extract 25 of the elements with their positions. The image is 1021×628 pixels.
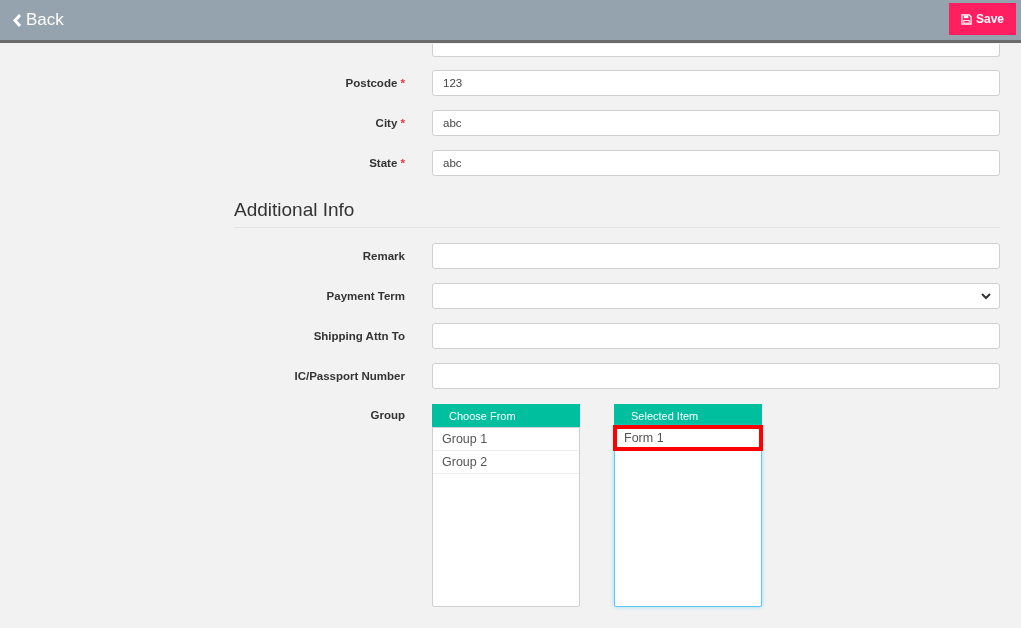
field-label: Payment Term [325,290,406,302]
list-item[interactable]: Group 1 [433,428,579,451]
chevron-left-icon [12,12,22,28]
list-header: Choose From [432,404,580,427]
field-label: City * [374,117,406,129]
select-field[interactable] [432,283,1000,309]
field-label: Remark [361,250,406,262]
field-label: Shipping Attn To [312,330,406,342]
chevron-down-icon [981,292,991,300]
input-field[interactable] [432,323,1000,349]
input-field[interactable] [432,44,1000,57]
list-item[interactable]: Group 2 [433,451,579,474]
input-field[interactable]: 123 [432,70,1000,96]
input-field[interactable]: abc [432,110,1000,136]
section-title: Additional Info [234,199,1000,228]
input-field[interactable] [432,363,1000,389]
input-field[interactable]: abc [432,150,1000,176]
field-label: Postcode * [344,77,406,89]
list-header: Selected Item [614,404,762,427]
list-item[interactable]: Form 1 [613,425,763,451]
save-button[interactable]: Save [948,3,1016,35]
field-label: IC/Passport Number [293,370,406,382]
input-field[interactable] [432,243,1000,269]
field-label: State * [368,157,406,169]
field-label: Group [369,408,406,421]
